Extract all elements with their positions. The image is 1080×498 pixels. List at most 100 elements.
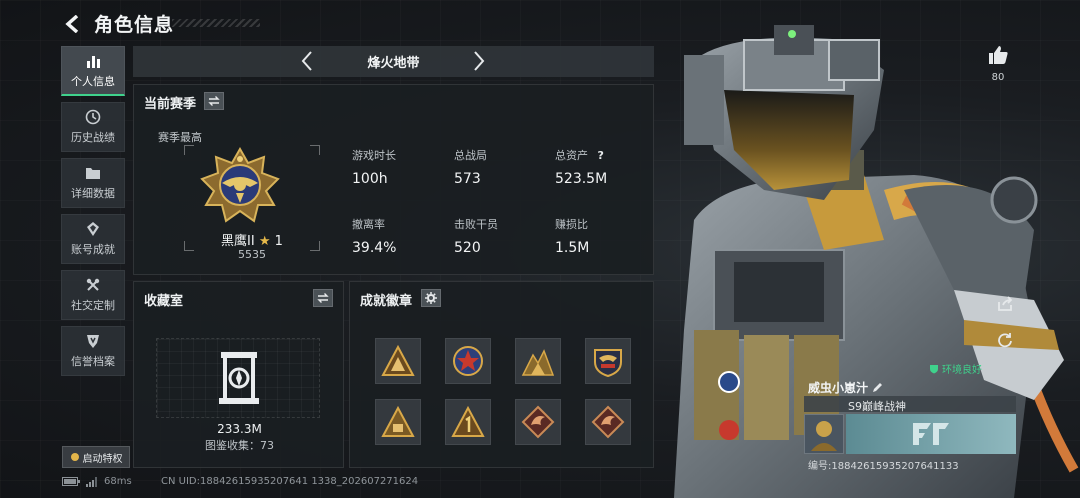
perk-icon [70, 453, 79, 461]
stat-value: 100h [352, 171, 388, 187]
stat-value: 523.5M [555, 171, 608, 187]
avatar-image [811, 421, 837, 451]
stat-label: 击败干员 [454, 218, 498, 231]
badge-mountain[interactable] [515, 338, 561, 384]
nav-item-profile[interactable]: 个人信息 [61, 46, 125, 96]
thumbs-up-icon [989, 46, 1008, 64]
back-icon[interactable] [62, 12, 84, 36]
player-name-row: 威虫小崽汁 [808, 379, 883, 396]
stat-value: 573 [454, 171, 481, 187]
header: 角色信息 [62, 10, 174, 37]
badges-panel: 成就徽章 [349, 281, 654, 468]
nav-item-social[interactable]: 社交定制 [61, 270, 125, 320]
collection-panel[interactable]: 收藏室 233.3M 图鉴收集：73 [133, 281, 344, 468]
dragon-badge-icon [521, 405, 555, 439]
stat-value: 520 [454, 240, 481, 256]
rank-score: 5535 [238, 248, 266, 261]
like-count: 80 [991, 72, 1005, 83]
mountain-badge-icon [521, 349, 555, 376]
environment-badge: 环境良好 [929, 361, 982, 376]
edit-icon[interactable] [872, 382, 883, 393]
next-mode-icon[interactable] [469, 50, 489, 72]
help-icon[interactable]: ? [598, 149, 604, 162]
player-title-bar [804, 396, 1016, 412]
stat-label-row: 总资产 ? [555, 147, 607, 163]
mode-selector: 烽火地带 [133, 46, 654, 77]
status-bar: 68ms [62, 476, 132, 487]
folder-icon [86, 168, 100, 179]
rank-stars: 1 [274, 234, 283, 249]
stat-value: 39.4% [352, 240, 397, 256]
nav-item-achievements[interactable]: 账号成就 [61, 214, 125, 264]
player-name: 威虫小崽汁 [808, 381, 869, 395]
badge-dragon-a[interactable] [515, 399, 561, 445]
dragon-badge-icon [591, 405, 625, 439]
gear-icon [425, 292, 437, 304]
environment-text: 环境良好 [942, 365, 982, 376]
season-title: 当前赛季 [144, 97, 197, 112]
badge-settings-button[interactable] [421, 289, 441, 307]
bar-chart-icon [87, 55, 100, 68]
clock-icon [85, 109, 101, 125]
swap-icon [317, 293, 329, 303]
side-nav: 个人信息 历史战绩 详细数据 账号成就 社交定制 信誉档案 [61, 46, 125, 382]
badge-dragon-b[interactable] [585, 399, 631, 445]
star-medal-icon [453, 346, 483, 376]
player-title: S9巅峰战神 [848, 400, 906, 413]
nav-label: 历史战绩 [71, 131, 115, 144]
like-button[interactable]: 80 [986, 44, 1010, 83]
stat-profit-ratio: 赚损比 1.5M [555, 216, 589, 256]
season-best-label: 赛季最高 [158, 131, 202, 144]
page-title: 角色信息 [94, 14, 175, 36]
badge-triangle[interactable] [375, 338, 421, 384]
tools-icon [86, 278, 100, 291]
rank-name-row: 黑鹰II ★ 1 [134, 230, 370, 249]
uid-text: CN UID:18842615935207641 1338_2026072716… [161, 476, 419, 487]
rank-name: 黑鹰II [221, 234, 255, 249]
stat-extract-rate: 撤离率 39.4% [352, 216, 396, 256]
refresh-icon [998, 333, 1012, 348]
nav-item-details[interactable]: 详细数据 [61, 158, 125, 208]
stat-playtime: 游戏时长 100h [352, 147, 396, 187]
check-shield-icon [930, 364, 938, 373]
badge-star-medal[interactable] [445, 338, 491, 384]
nav-label: 信誉档案 [71, 355, 115, 368]
number-one-badge-icon [451, 406, 485, 437]
badge-eagle-shield[interactable] [585, 338, 631, 384]
battery-icon [62, 477, 80, 486]
nav-label: 个人信息 [71, 74, 115, 88]
perk-button[interactable]: 启动特权 [62, 446, 130, 468]
collection-value: 233.3M [217, 422, 262, 436]
badges-title: 成就徽章 [360, 294, 413, 309]
share-icon [998, 296, 1013, 311]
mode-name: 烽火地带 [367, 56, 420, 71]
swap-icon [208, 96, 220, 106]
perk-label: 启动特权 [82, 453, 123, 465]
stat-label: 总战局 [454, 149, 487, 162]
nav-item-history[interactable]: 历史战绩 [61, 102, 125, 152]
switch-collection-button[interactable] [313, 289, 333, 307]
badge-pyramid[interactable] [375, 399, 421, 445]
triangle-badge-icon [381, 345, 415, 376]
badge-number-one[interactable] [445, 399, 491, 445]
header-decoration [172, 19, 260, 27]
switch-season-button[interactable] [204, 92, 224, 110]
stat-value: 1.5M [555, 240, 590, 256]
name-plate [846, 414, 1016, 454]
collection-count: 图鉴收集：73 [205, 439, 274, 452]
rank-emblem-icon [200, 147, 280, 223]
prev-mode-icon[interactable] [297, 50, 317, 72]
nav-item-reputation[interactable]: 信誉档案 [61, 326, 125, 376]
player-card[interactable]: 威虫小崽汁 S9巅峰战神 [804, 376, 1016, 454]
signal-icon [86, 476, 97, 487]
star-icon: ★ [258, 234, 271, 249]
player-id: 编号:18842615935207641133 [808, 461, 959, 472]
stat-label: 游戏时长 [352, 149, 396, 162]
season-panel: 当前赛季 赛季最高 黑鹰II ★ 1 5535 游戏时长 100h 总战局 57… [133, 84, 654, 275]
rotate-button[interactable] [994, 329, 1016, 351]
stat-kills: 击败干员 520 [454, 216, 498, 256]
avatar [804, 414, 844, 454]
share-button[interactable] [994, 293, 1016, 315]
eagle-shield-icon [594, 349, 622, 378]
pyramid-badge-icon [381, 406, 415, 437]
